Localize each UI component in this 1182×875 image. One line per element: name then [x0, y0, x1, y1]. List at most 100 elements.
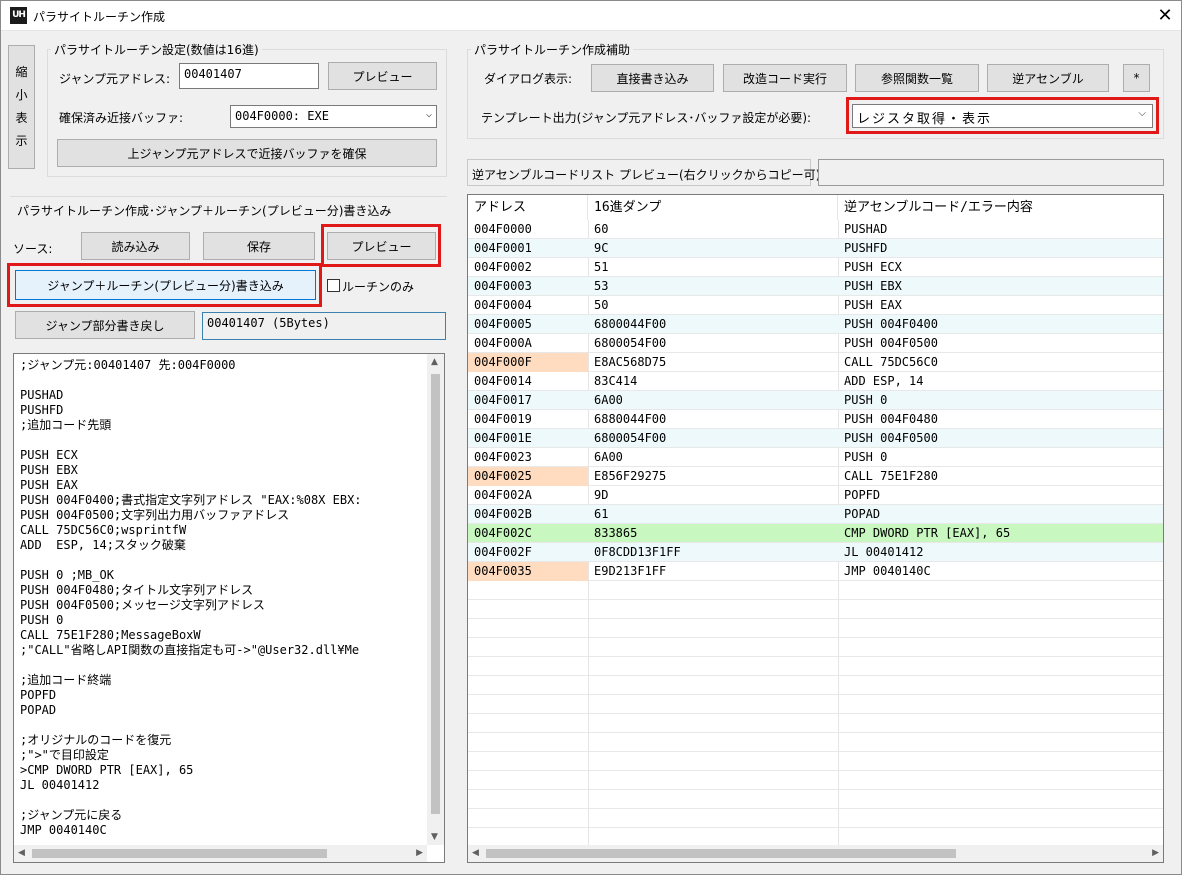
- cell-address: 004F0017: [474, 393, 532, 407]
- empty-row: [468, 714, 1163, 733]
- table-row[interactable]: 004F000A 6800054F00 PUSH 004F0500: [468, 334, 1163, 353]
- cell-hex-dump: 0F8CDD13F1FF: [594, 545, 681, 559]
- scroll-left-icon[interactable]: ◀: [472, 848, 479, 858]
- source-editor[interactable]: ;ジャンプ元:00401407 先:004F0000 PUSHAD PUSHFD…: [13, 353, 445, 863]
- editor-horizontal-scrollbar[interactable]: ◀ ▶: [14, 845, 427, 862]
- column-disasm[interactable]: 逆アセンブルコード/エラー内容: [838, 195, 1163, 220]
- table-row[interactable]: 004F002C 833865 CMP DWORD PTR [EAX], 65: [468, 524, 1163, 543]
- table-row[interactable]: 004F001E 6800054F00 PUSH 004F0500: [468, 429, 1163, 448]
- cell-address: 004F0023: [474, 450, 532, 464]
- cell-hex-dump: 9D: [594, 488, 609, 502]
- cell-hex-dump: 6A00: [594, 450, 623, 464]
- table-row[interactable]: 004F0003 53 PUSH EBX: [468, 277, 1163, 296]
- empty-row: [468, 619, 1163, 638]
- load-button[interactable]: 読み込み: [81, 232, 190, 260]
- disasm-horizontal-scrollbar[interactable]: ◀ ▶: [468, 845, 1163, 862]
- cell-hex-dump: 6880044F00: [594, 412, 667, 426]
- cell-address: 004F0035: [468, 562, 588, 581]
- empty-row: [468, 676, 1163, 695]
- cell-disasm: PUSH 004F0500: [844, 431, 938, 445]
- editor-vertical-scrollbar[interactable]: ▲ ▼: [427, 354, 444, 845]
- shrink-char-1: 縮: [15, 65, 28, 79]
- buffer-select[interactable]: 004F0000: EXE ⌵: [230, 105, 437, 128]
- jump-src-address-input[interactable]: 00401407: [179, 63, 319, 89]
- app-icon: UH: [10, 7, 27, 24]
- cell-hex-dump: 60: [594, 222, 609, 236]
- reference-functions-button[interactable]: 参照関数一覧: [855, 64, 979, 92]
- secure-buffer-button[interactable]: 上ジャンプ元アドレスで近接バッファを確保: [57, 139, 437, 167]
- cell-disasm: PUSH 0: [844, 393, 888, 407]
- editor-hscroll-thumb[interactable]: [32, 849, 327, 858]
- cell-hex-dump: 833865: [594, 526, 638, 540]
- cell-address: 004F0025: [468, 467, 588, 486]
- table-row[interactable]: 004F0019 6880044F00 PUSH 004F0480: [468, 410, 1163, 429]
- cell-address: 004F0002: [474, 260, 532, 274]
- parasite-routine-window: UH パラサイトルーチン作成 ✕ 縮 小 表 示 パラサイトルーチン設定(数値は…: [0, 0, 1182, 875]
- cell-address: 004F000F: [468, 353, 588, 372]
- direct-write-button[interactable]: 直接書き込み: [591, 64, 714, 92]
- table-row[interactable]: 004F002F 0F8CDD13F1FF JL 00401412: [468, 543, 1163, 562]
- scroll-down-icon[interactable]: ▼: [431, 832, 438, 842]
- revert-jump-button[interactable]: ジャンプ部分書き戻し: [15, 311, 195, 339]
- close-icon[interactable]: ✕: [1151, 3, 1179, 29]
- run-mod-code-button[interactable]: 改造コード実行: [723, 64, 847, 92]
- table-row[interactable]: 004F0001 9C PUSHFD: [468, 239, 1163, 258]
- cell-hex-dump: 6800054F00: [594, 431, 667, 445]
- settings-group-title: パラサイトルーチン設定(数値は16進): [51, 41, 262, 58]
- table-row[interactable]: 004F002B 61 POPAD: [468, 505, 1163, 524]
- window-title: パラサイトルーチン作成: [33, 10, 166, 24]
- table-row[interactable]: 004F0005 6800044F00 PUSH 004F0400: [468, 315, 1163, 334]
- table-row[interactable]: 004F0000 60 PUSHAD: [468, 220, 1163, 239]
- table-row[interactable]: 004F0023 6A00 PUSH 0: [468, 448, 1163, 467]
- column-address[interactable]: アドレス: [468, 195, 588, 220]
- disassemble-button[interactable]: 逆アセンブル: [987, 64, 1109, 92]
- disasm-status-field: [818, 159, 1164, 186]
- cell-disasm: PUSH 004F0480: [844, 412, 938, 426]
- table-row[interactable]: 004F0002 51 PUSH ECX: [468, 258, 1163, 277]
- cell-disasm: PUSH 004F0400: [844, 317, 938, 331]
- cell-hex-dump: 6800044F00: [594, 317, 667, 331]
- cell-address: 004F0014: [474, 374, 532, 388]
- cell-disasm: POPAD: [844, 507, 881, 521]
- empty-row: [468, 752, 1163, 771]
- highlight-template-select: [846, 97, 1159, 134]
- disasm-list-header: アドレス 16進ダンプ 逆アセンブルコード/エラー内容: [468, 195, 1163, 220]
- editor-vscroll-thumb[interactable]: [431, 374, 440, 814]
- create-section-header: パラサイトルーチン作成･ジャンプ＋ルーチン(プレビュー分)書き込み: [17, 204, 392, 218]
- disasm-hscroll-thumb[interactable]: [486, 849, 956, 858]
- table-row[interactable]: 004F0017 6A00 PUSH 0: [468, 391, 1163, 410]
- table-row[interactable]: 004F0035 E9D213F1FF JMP 0040140C: [468, 562, 1163, 581]
- disasm-list[interactable]: アドレス 16進ダンプ 逆アセンブルコード/エラー内容 004F0000 60 PU…: [467, 194, 1164, 863]
- routine-only-checkbox[interactable]: [327, 279, 340, 292]
- scroll-right-icon[interactable]: ▶: [1152, 848, 1159, 858]
- more-button[interactable]: *: [1123, 64, 1150, 92]
- empty-row: [468, 809, 1163, 828]
- scroll-right-icon[interactable]: ▶: [416, 848, 423, 858]
- template-label: テンプレート出力(ジャンプ元アドレス･バッファ設定が必要):: [481, 111, 812, 125]
- cell-address: 004F002F: [474, 545, 532, 559]
- settings-preview-button[interactable]: プレビュー: [328, 62, 437, 90]
- table-row[interactable]: 004F0025 E856F29275 CALL 75E1F280: [468, 467, 1163, 486]
- cell-disasm: ADD ESP, 14: [844, 374, 924, 388]
- cell-address: 004F0019: [474, 412, 532, 426]
- cell-address: 004F002A: [474, 488, 532, 502]
- cell-hex-dump: 9C: [594, 241, 609, 255]
- column-hex-dump[interactable]: 16進ダンプ: [588, 195, 838, 220]
- cell-address: 004F002C: [474, 526, 532, 540]
- scroll-left-icon[interactable]: ◀: [18, 848, 25, 858]
- dialog-label: ダイアログ表示:: [484, 72, 573, 86]
- table-row[interactable]: 004F0014 83C414 ADD ESP, 14: [468, 372, 1163, 391]
- table-row[interactable]: 004F0004 50 PUSH EAX: [468, 296, 1163, 315]
- table-row[interactable]: 004F002A 9D POPFD: [468, 486, 1163, 505]
- save-button[interactable]: 保存: [203, 232, 315, 260]
- cell-hex-dump: E8AC568D75: [594, 355, 667, 369]
- shrink-display-button[interactable]: 縮 小 表 示: [8, 45, 35, 169]
- highlight-write-button: [7, 263, 322, 307]
- cell-disasm: PUSH EAX: [844, 298, 902, 312]
- cell-hex-dump: 50: [594, 298, 609, 312]
- table-row[interactable]: 004F000F E8AC568D75 CALL 75DC56C0: [468, 353, 1163, 372]
- cell-address: 004F002B: [474, 507, 532, 521]
- jump-src-label: ジャンプ元アドレス:: [59, 72, 171, 86]
- source-code-text[interactable]: ;ジャンプ元:00401407 先:004F0000 PUSHAD PUSHFD…: [14, 354, 444, 842]
- scroll-up-icon[interactable]: ▲: [431, 357, 438, 367]
